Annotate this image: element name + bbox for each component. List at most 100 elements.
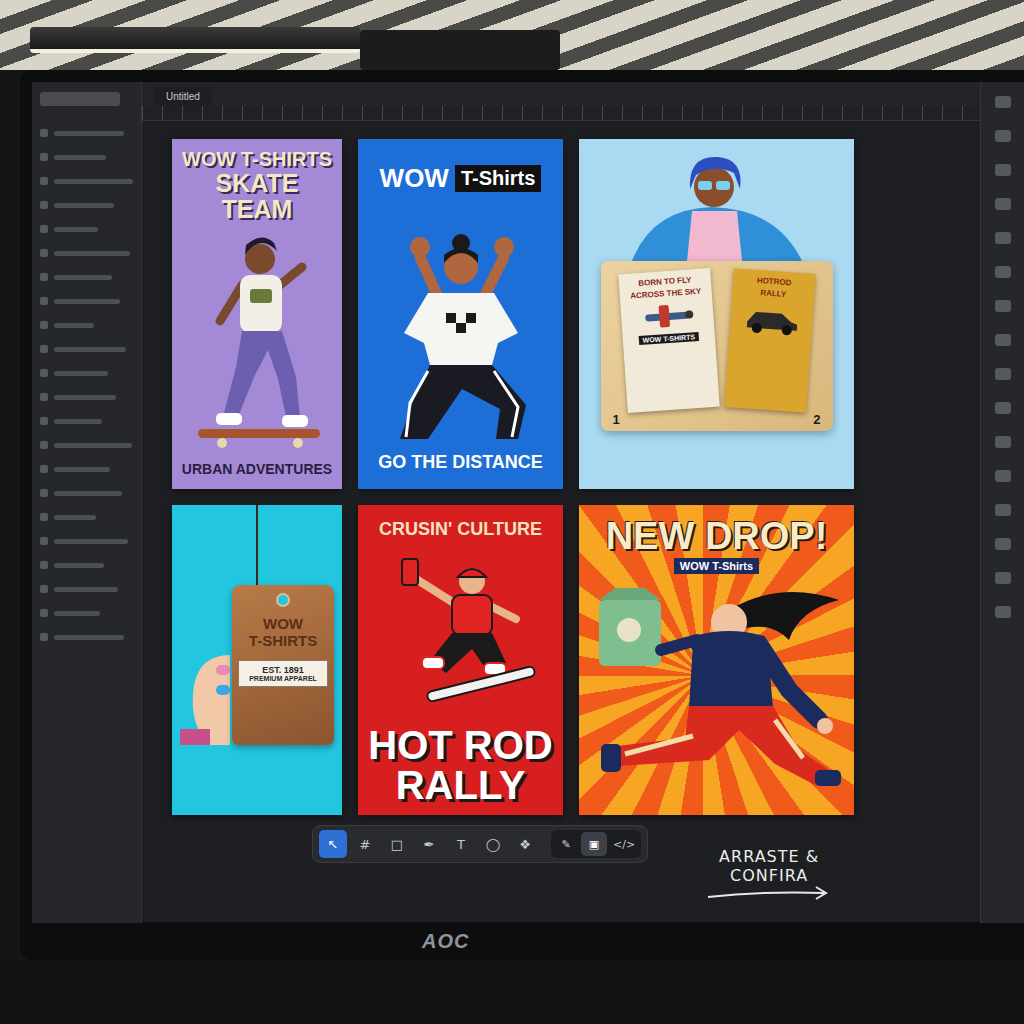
monitor: Untitled WOW T-SHIRTSSKATE TEAMURBAN ADVE… bbox=[20, 70, 1024, 960]
layer-row[interactable] bbox=[40, 558, 133, 572]
file-tab[interactable]: Untitled bbox=[154, 87, 212, 106]
layer-icon bbox=[40, 633, 48, 641]
poster[interactable]: WOWT-ShirtsGO THE DISTANCE bbox=[358, 139, 563, 489]
layer-row[interactable] bbox=[40, 222, 133, 236]
poster-title: WOW T-SHIRTSSKATE TEAM bbox=[180, 149, 334, 223]
property-icon[interactable] bbox=[995, 334, 1011, 346]
layer-icon bbox=[40, 417, 48, 425]
property-icon[interactable] bbox=[995, 368, 1011, 380]
figure bbox=[592, 149, 842, 261]
layer-row[interactable] bbox=[40, 486, 133, 500]
tool-button[interactable]: T bbox=[447, 830, 475, 858]
poster[interactable]: WOWT-SHIRTSEST. 1891PREMIUM APPAREL bbox=[172, 505, 342, 815]
layer-row[interactable] bbox=[40, 318, 133, 332]
design-card[interactable]: BORN TO FLYACROSS THE SKYWOW T-SHIRTS bbox=[618, 268, 719, 413]
mode-button[interactable]: </> bbox=[609, 832, 639, 856]
layer-row[interactable] bbox=[40, 366, 133, 380]
layer-icon bbox=[40, 201, 48, 209]
logo-bar bbox=[40, 92, 120, 106]
handwritten-note: ARRASTE &CONFIRA bbox=[704, 847, 834, 901]
figure bbox=[366, 194, 556, 452]
property-icon[interactable] bbox=[995, 538, 1011, 550]
property-icon[interactable] bbox=[995, 130, 1011, 142]
property-icon[interactable] bbox=[995, 436, 1011, 448]
hand-icon bbox=[180, 625, 230, 745]
monitor-lamp bbox=[30, 27, 360, 53]
property-icon[interactable] bbox=[995, 96, 1011, 108]
plane-icon bbox=[636, 299, 698, 333]
layer-row[interactable] bbox=[40, 414, 133, 428]
layer-row[interactable] bbox=[40, 246, 133, 260]
poster[interactable]: NEW DROP!WOW T-Shirts bbox=[579, 505, 854, 815]
layer-label-blur bbox=[54, 275, 112, 280]
poster-subtitle: GO THE DISTANCE bbox=[378, 452, 543, 479]
canvas: WOW T-SHIRTSSKATE TEAMURBAN ADVENTURESWO… bbox=[142, 121, 980, 815]
layer-row[interactable] bbox=[40, 606, 133, 620]
tool-button[interactable]: ◯ bbox=[479, 830, 507, 858]
property-icon[interactable] bbox=[995, 266, 1011, 278]
property-icon[interactable] bbox=[995, 402, 1011, 414]
design-card[interactable]: HOTRODRALLY bbox=[724, 268, 815, 412]
property-icon[interactable] bbox=[995, 572, 1011, 584]
tool-button[interactable]: ❖ bbox=[511, 830, 539, 858]
layer-icon bbox=[40, 249, 48, 257]
property-icon[interactable] bbox=[995, 470, 1011, 482]
layer-icon bbox=[40, 465, 48, 473]
layer-label-blur bbox=[54, 587, 118, 592]
board-numbers: 12 bbox=[609, 410, 825, 427]
tool-button[interactable]: □ bbox=[383, 830, 411, 858]
mode-button[interactable]: ✎ bbox=[553, 832, 579, 856]
tool-button[interactable]: # bbox=[351, 830, 379, 858]
poster-title: NEW DROP! bbox=[606, 515, 828, 558]
card-text: BORN TO FLY bbox=[637, 275, 691, 288]
layer-label-blur bbox=[54, 155, 106, 160]
layer-row[interactable] bbox=[40, 174, 133, 188]
property-icon[interactable] bbox=[995, 606, 1011, 618]
layer-row[interactable] bbox=[40, 534, 133, 548]
badge-row: WOW T-Shirts bbox=[587, 558, 846, 574]
layer-row[interactable] bbox=[40, 294, 133, 308]
layer-row[interactable] bbox=[40, 150, 133, 164]
layer-row[interactable] bbox=[40, 438, 133, 452]
poster[interactable]: CRUSIN' CULTUREHOT RODRALLY bbox=[358, 505, 563, 815]
property-icon[interactable] bbox=[995, 198, 1011, 210]
layer-icon bbox=[40, 585, 48, 593]
figure bbox=[589, 574, 844, 805]
property-icon[interactable] bbox=[995, 164, 1011, 176]
property-icon[interactable] bbox=[995, 504, 1011, 516]
layer-row[interactable] bbox=[40, 630, 133, 644]
tag-text: T-SHIRTS bbox=[249, 632, 317, 649]
property-icon[interactable] bbox=[995, 232, 1011, 244]
poster-grid: WOW T-SHIRTSSKATE TEAMURBAN ADVENTURESWO… bbox=[172, 139, 980, 815]
mode-button[interactable]: ▣ bbox=[581, 832, 607, 856]
layer-row[interactable] bbox=[40, 126, 133, 140]
layer-label-blur bbox=[54, 563, 104, 568]
poster[interactable]: BORN TO FLYACROSS THE SKYWOW T-SHIRTSHOT… bbox=[579, 139, 854, 489]
layer-icon bbox=[40, 489, 48, 497]
card-number: 2 bbox=[813, 412, 820, 427]
layer-row[interactable] bbox=[40, 582, 133, 596]
layer-row[interactable] bbox=[40, 510, 133, 524]
layer-row[interactable] bbox=[40, 390, 133, 404]
monitor-brand: AOC bbox=[422, 930, 469, 953]
layer-row[interactable] bbox=[40, 198, 133, 212]
layer-label-blur bbox=[54, 611, 100, 616]
tag-string bbox=[256, 505, 258, 585]
layer-icon bbox=[40, 537, 48, 545]
layer-row[interactable] bbox=[40, 270, 133, 284]
layer-label-blur bbox=[54, 323, 94, 328]
property-icon[interactable] bbox=[995, 300, 1011, 312]
layer-icon bbox=[40, 441, 48, 449]
card-number: 1 bbox=[613, 412, 620, 427]
layers-panel bbox=[32, 82, 142, 923]
display-board: BORN TO FLYACROSS THE SKYWOW T-SHIRTSHOT… bbox=[601, 261, 833, 431]
layer-label-blur bbox=[54, 395, 116, 400]
layer-icon bbox=[40, 561, 48, 569]
layer-row[interactable] bbox=[40, 342, 133, 356]
tool-button[interactable]: ↖ bbox=[319, 830, 347, 858]
layer-row[interactable] bbox=[40, 462, 133, 476]
tool-button[interactable]: ✒ bbox=[415, 830, 443, 858]
layer-label-blur bbox=[54, 467, 110, 472]
poster[interactable]: WOW T-SHIRTSSKATE TEAMURBAN ADVENTURES bbox=[172, 139, 342, 489]
layer-label-blur bbox=[54, 251, 130, 256]
